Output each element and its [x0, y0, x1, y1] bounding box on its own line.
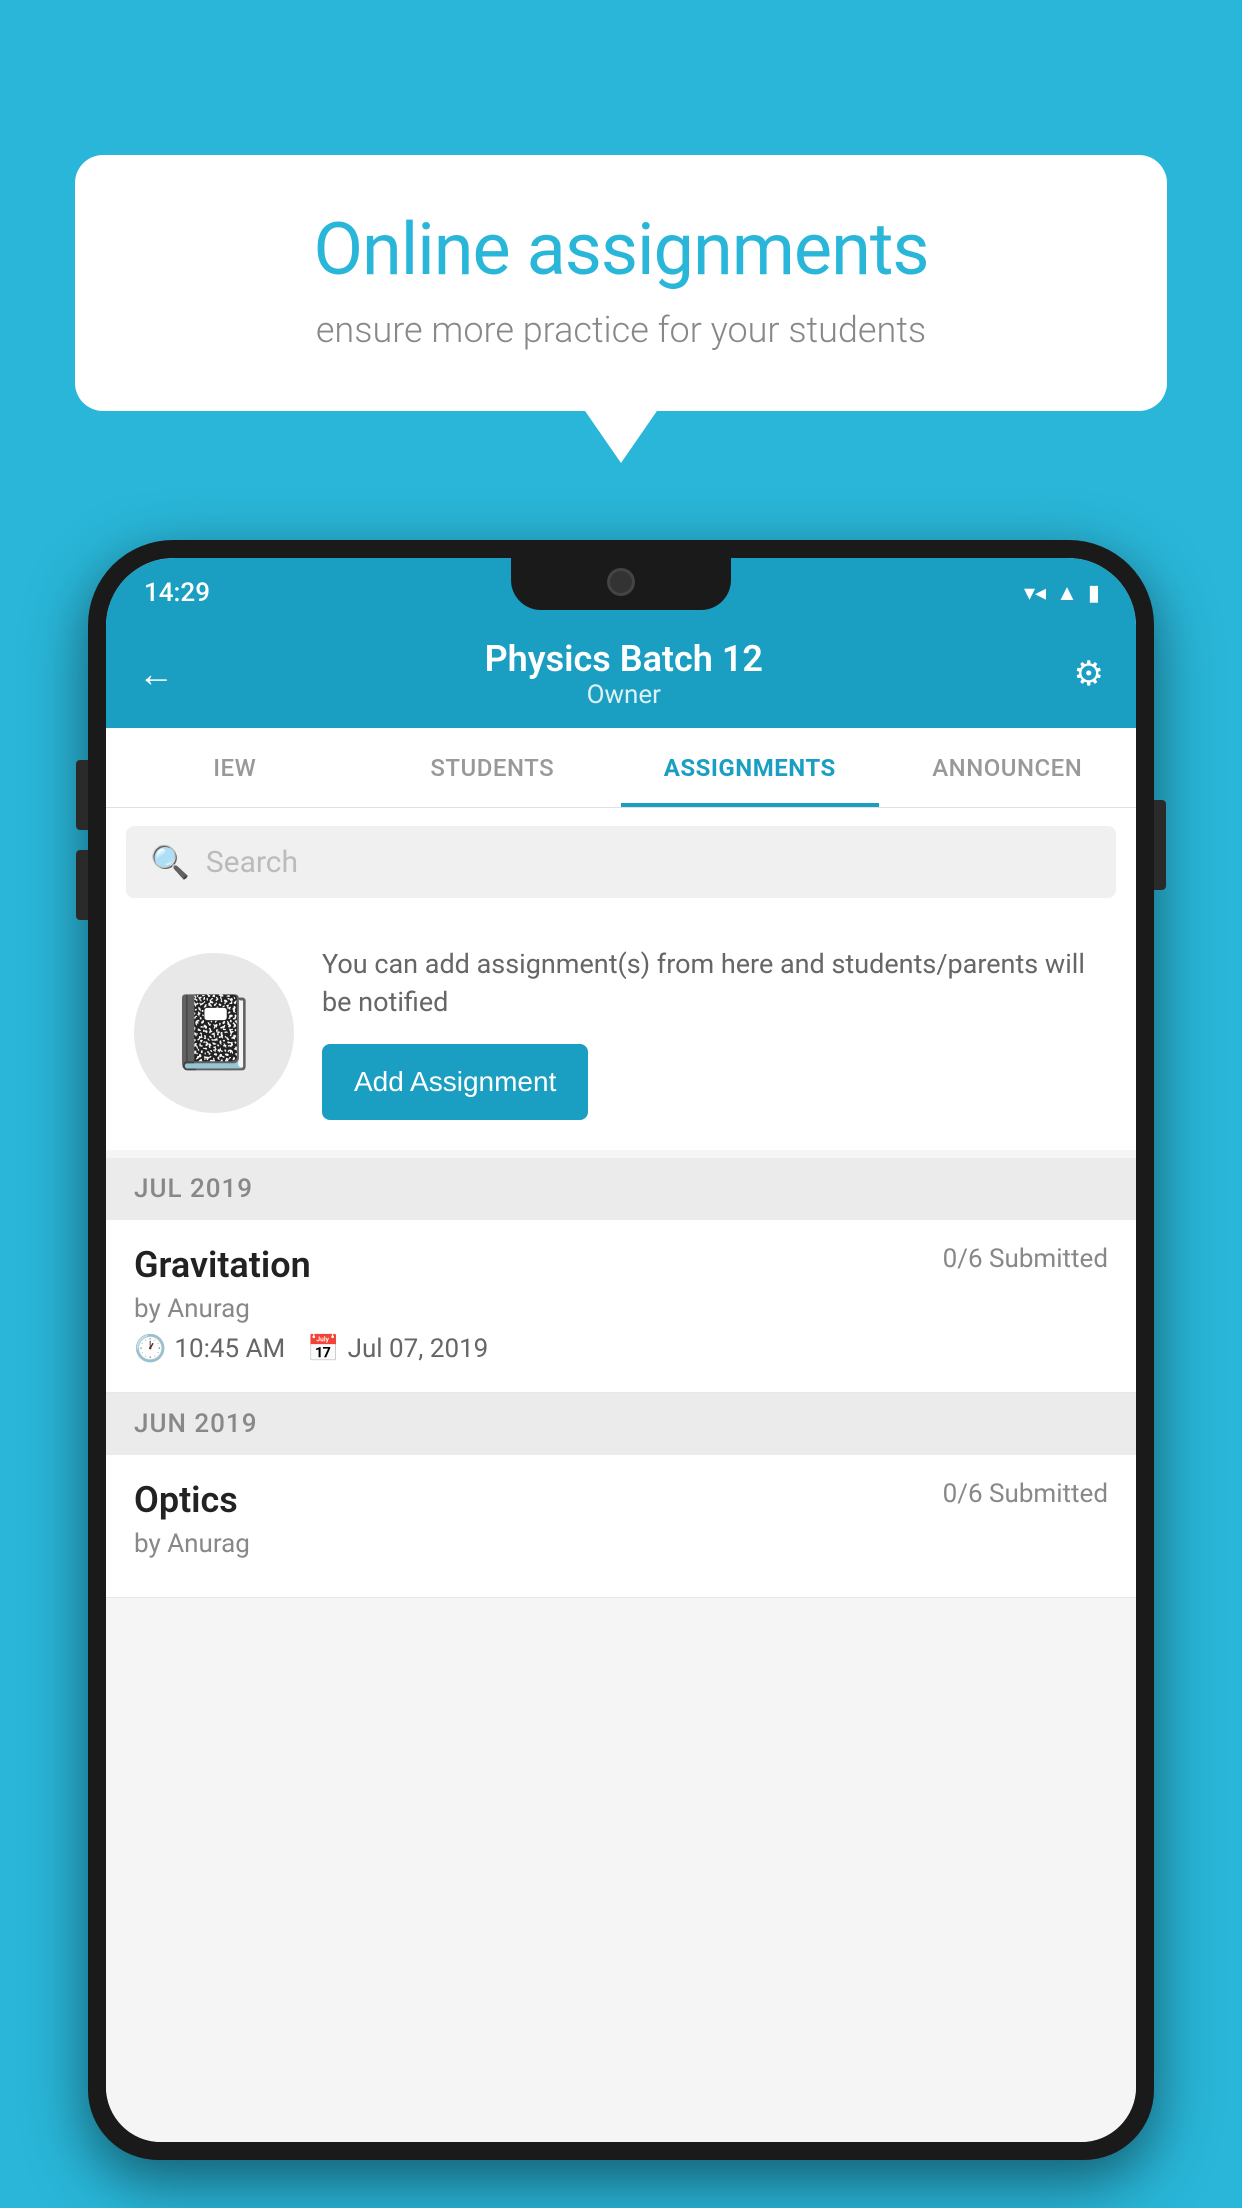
volume-down-button[interactable]	[76, 850, 88, 920]
section-header-jun-text: JUN 2019	[134, 1409, 257, 1439]
settings-icon[interactable]: ⚙	[1074, 654, 1104, 694]
clock-icon: 🕐	[134, 1334, 166, 1364]
assignment-submitted-optics: 0/6 Submitted	[943, 1479, 1108, 1509]
promo-text: You can add assignment(s) from here and …	[322, 946, 1108, 1022]
assignment-top: Gravitation 0/6 Submitted	[134, 1244, 1108, 1286]
speech-bubble: Online assignments ensure more practice …	[75, 155, 1167, 411]
tab-assignments[interactable]: ASSIGNMENTS	[621, 728, 879, 807]
tab-students[interactable]: STUDENTS	[364, 728, 622, 807]
wifi-icon: ▾◂	[1024, 581, 1046, 606]
assignment-by-gravitation: by Anurag	[134, 1294, 1108, 1324]
search-bar[interactable]: 🔍 Search	[126, 826, 1116, 898]
assignment-name-optics: Optics	[134, 1479, 238, 1521]
app-header: ← Physics Batch 12 Owner ⚙	[106, 620, 1136, 728]
calendar-icon: 📅	[307, 1334, 339, 1364]
header-title: Physics Batch 12	[485, 638, 763, 680]
status-icons: ▾◂ ▲ ▮	[1024, 580, 1100, 606]
content-area: 🔍 Search 📓 You can add assignment(s) fro…	[106, 808, 1136, 2142]
add-assignment-promo: 📓 You can add assignment(s) from here an…	[106, 916, 1136, 1150]
meta-time: 🕐 10:45 AM	[134, 1334, 285, 1364]
phone-container: 14:29 ▾◂ ▲ ▮ ← Physics Batch 12 Owner ⚙	[88, 540, 1154, 2208]
status-time: 14:29	[144, 578, 210, 608]
search-icon: 🔍	[150, 843, 190, 881]
battery-icon: ▮	[1088, 581, 1100, 606]
phone-screen: 14:29 ▾◂ ▲ ▮ ← Physics Batch 12 Owner ⚙	[106, 558, 1136, 2142]
assignment-submitted-gravitation: 0/6 Submitted	[943, 1244, 1108, 1274]
assignment-date: Jul 07, 2019	[348, 1334, 489, 1364]
screen-content: ← Physics Batch 12 Owner ⚙ IEW STUDENTS	[106, 620, 1136, 2142]
back-button[interactable]: ←	[138, 653, 174, 695]
notebook-icon: 📓	[169, 990, 259, 1075]
search-placeholder: Search	[206, 845, 298, 880]
tab-announcements[interactable]: ANNOUNCEN	[879, 728, 1137, 807]
section-header-jun: JUN 2019	[106, 1393, 1136, 1455]
signal-icon: ▲	[1056, 580, 1078, 606]
add-assignment-button[interactable]: Add Assignment	[322, 1044, 588, 1120]
tab-overview[interactable]: IEW	[106, 728, 364, 807]
power-button[interactable]	[1154, 800, 1166, 890]
tabs-container: IEW STUDENTS ASSIGNMENTS ANNOUNCEN	[106, 728, 1136, 808]
volume-up-button[interactable]	[76, 760, 88, 830]
assignment-optics-top: Optics 0/6 Submitted	[134, 1479, 1108, 1521]
promo-right: You can add assignment(s) from here and …	[322, 946, 1108, 1120]
assignment-name-gravitation: Gravitation	[134, 1244, 311, 1286]
assignment-meta-gravitation: 🕐 10:45 AM 📅 Jul 07, 2019	[134, 1334, 1108, 1364]
speech-bubble-area: Online assignments ensure more practice …	[75, 155, 1167, 411]
phone-notch	[511, 558, 731, 610]
phone-camera	[607, 568, 635, 596]
header-subtitle: Owner	[485, 680, 763, 710]
speech-bubble-subtitle: ensure more practice for your students	[140, 309, 1102, 351]
assignment-by-optics: by Anurag	[134, 1529, 1108, 1559]
section-header-jul: JUL 2019	[106, 1158, 1136, 1220]
header-center: Physics Batch 12 Owner	[485, 638, 763, 710]
meta-date: 📅 Jul 07, 2019	[307, 1334, 488, 1364]
assignment-gravitation[interactable]: Gravitation 0/6 Submitted by Anurag 🕐 10…	[106, 1220, 1136, 1393]
assignment-time: 10:45 AM	[174, 1334, 285, 1364]
speech-bubble-title: Online assignments	[140, 210, 1102, 289]
assignment-icon-circle: 📓	[134, 953, 294, 1113]
search-bar-container: 🔍 Search	[106, 808, 1136, 916]
section-header-jul-text: JUL 2019	[134, 1174, 253, 1204]
phone-outer: 14:29 ▾◂ ▲ ▮ ← Physics Batch 12 Owner ⚙	[88, 540, 1154, 2160]
assignment-optics[interactable]: Optics 0/6 Submitted by Anurag	[106, 1455, 1136, 1598]
